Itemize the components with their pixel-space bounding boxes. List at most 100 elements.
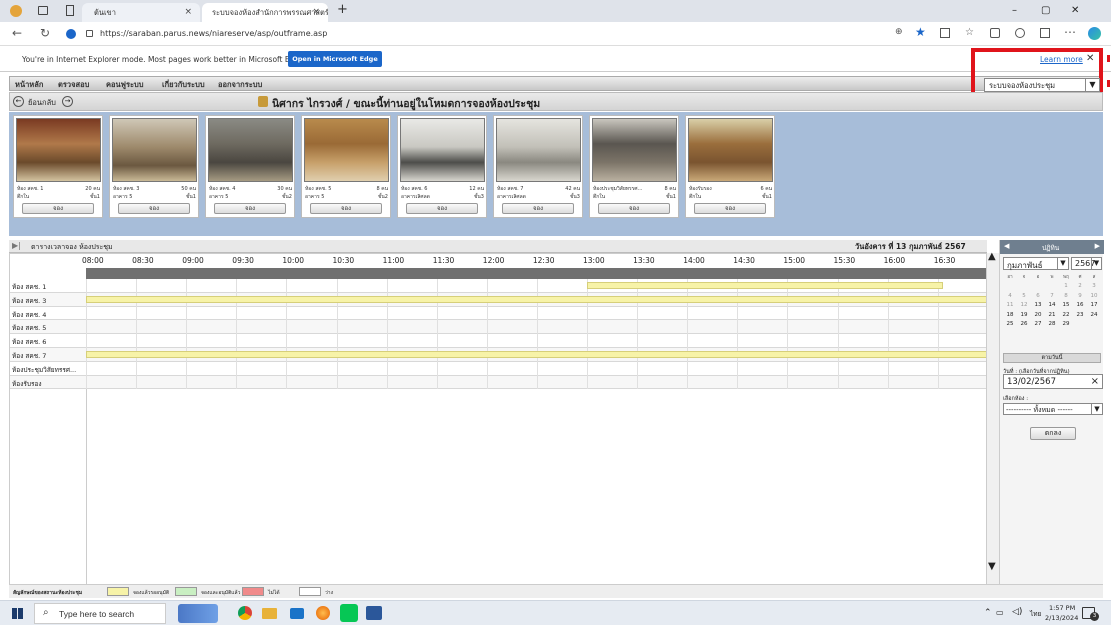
schedule-cell[interactable] [336,361,387,376]
clock-time[interactable]: 1:57 PM [1049,604,1075,612]
schedule-cell[interactable] [536,306,587,321]
schedule-cell[interactable] [837,375,888,390]
calendar-day[interactable]: 29 [1059,321,1073,327]
schedule-cell[interactable] [386,361,437,376]
calendar-day[interactable]: 7 [1045,293,1059,299]
refresh-icon[interactable]: ↻ [40,26,50,40]
back-label[interactable]: ย้อนกลับ [28,97,56,109]
schedule-cell[interactable] [336,334,387,348]
news-widget-icon[interactable] [178,604,218,623]
schedule-cell[interactable] [637,334,687,348]
schedule-cell[interactable] [236,320,286,335]
calendar-day[interactable]: 4 [1003,293,1017,299]
schedule-cell[interactable] [737,375,787,390]
calendar-day[interactable]: 2 [1073,283,1087,289]
calendar-day[interactable]: 3 [1087,283,1101,289]
new-tab-button[interactable]: + [337,2,348,17]
schedule-cell[interactable] [436,306,487,321]
schedule-cell[interactable] [136,361,186,376]
schedule-cell[interactable] [887,361,938,376]
month-select[interactable]: กุมภาพันธ์ ▼ [1003,257,1069,270]
calendar-prev-icon[interactable]: ◀ [1004,242,1009,250]
schedule-scrollbar[interactable]: ▲ ▼ [987,251,999,588]
calendar-day[interactable]: 15 [1059,302,1073,308]
clear-date-icon[interactable]: × [1091,376,1099,387]
schedule-cell[interactable] [787,361,837,376]
close-window-button[interactable]: ✕ [1071,5,1079,16]
schedule-cell[interactable] [536,279,587,293]
schedule-cell[interactable] [937,320,986,335]
book-button[interactable]: จอง [214,203,286,214]
url-text[interactable]: https://saraban.parus.news/niareserve/as… [100,29,327,38]
calendar-day[interactable]: 11 [1003,302,1017,308]
schedule-cell[interactable] [536,375,587,390]
schedule-cell[interactable] [236,361,286,376]
schedule-cell[interactable] [637,375,687,390]
schedule-cell[interactable] [486,361,537,376]
booking-bar[interactable] [86,295,986,303]
calendar-day[interactable]: 23 [1073,312,1087,318]
schedule-cell[interactable] [436,334,487,348]
ok-button[interactable]: ตกลง [1030,427,1076,440]
schedule-cell[interactable] [737,334,787,348]
menu-item-logout[interactable]: ออกจากระบบ [218,79,262,91]
notification-icon[interactable]: 3 [1082,607,1099,621]
calendar-day[interactable]: 6 [1031,293,1045,299]
calendar-day[interactable]: 9 [1073,293,1087,299]
schedule-cell[interactable] [386,375,437,390]
schedule-cell[interactable] [286,334,336,348]
calendar-day[interactable]: 16 [1073,302,1087,308]
schedule-cell[interactable] [186,375,236,390]
schedule-cell[interactable] [837,320,888,335]
schedule-cell[interactable] [286,361,336,376]
calendar-day[interactable]: 19 [1017,312,1031,318]
schedule-cell[interactable] [236,375,286,390]
booking-bar[interactable] [86,351,986,358]
schedule-cell[interactable] [587,361,637,376]
schedule-cell[interactable] [86,375,136,390]
schedule-cell[interactable] [336,279,387,293]
ie-mode-icon[interactable] [66,29,76,39]
tab-home[interactable]: ต้นเขา × [82,3,200,22]
schedule-cell[interactable] [86,279,136,293]
tab-reservation[interactable]: ระบบจองห้องสำนักการพรรณศาสตร์ × [202,3,328,22]
calendar-next-icon[interactable]: ▶ [1095,242,1100,250]
schedule-cell[interactable] [737,361,787,376]
schedule-cell[interactable] [637,361,687,376]
room-photo[interactable] [208,118,293,182]
calendar-day[interactable]: 28 [1045,321,1059,327]
book-button[interactable]: จอง [22,203,94,214]
schedule-cell[interactable] [637,320,687,335]
mail-icon[interactable] [290,608,304,619]
schedule-cell[interactable] [536,320,587,335]
tray-chevron-icon[interactable]: ⌃ [984,608,992,618]
calendar-day[interactable]: 8 [1059,293,1073,299]
schedule-cell[interactable] [386,320,437,335]
input-language[interactable]: ไทย [1030,609,1041,619]
profile-icon[interactable] [10,5,22,17]
calendar-day[interactable]: 5 [1017,293,1031,299]
date-input[interactable]: 13/02/2567 × [1003,374,1103,389]
schedule-cell[interactable] [286,375,336,390]
room-photo[interactable] [592,118,677,182]
line-app-icon[interactable] [340,604,358,622]
windows-start-icon[interactable] [12,608,23,619]
schedule-cell[interactable] [86,320,136,335]
shield-icon[interactable] [1040,28,1050,38]
expand-icon[interactable]: ▶| [12,241,21,250]
schedule-cell[interactable] [136,334,186,348]
calendar-day[interactable]: 24 [1087,312,1101,318]
restore-button[interactable]: ▢ [1041,5,1050,16]
schedule-cell[interactable] [486,320,537,335]
schedule-cell[interactable] [136,306,186,321]
minimize-button[interactable]: – [1012,5,1017,16]
schedule-cell[interactable] [887,334,938,348]
schedule-cell[interactable] [236,334,286,348]
scroll-down-icon[interactable]: ▼ [988,561,996,572]
room-photo[interactable] [16,118,101,182]
book-button[interactable]: จอง [406,203,478,214]
chrome-icon[interactable] [238,606,252,620]
schedule-cell[interactable] [687,320,737,335]
schedule-cell[interactable] [486,375,537,390]
schedule-cell[interactable] [687,375,737,390]
